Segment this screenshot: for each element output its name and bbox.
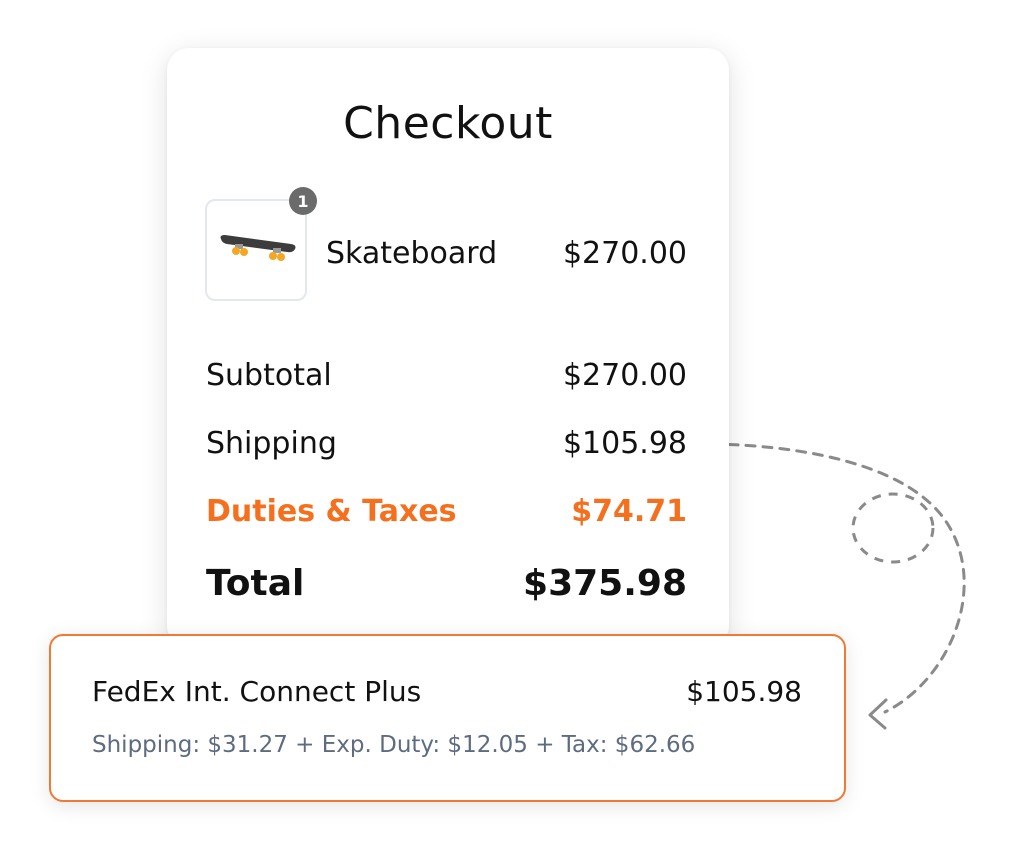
skateboard-icon [220, 235, 296, 261]
shipping-option-price: $105.98 [686, 675, 802, 708]
shipping-option-card[interactable] [49, 634, 846, 802]
shipping-carrier-name: FedEx Int. Connect Plus [92, 675, 422, 708]
duties-taxes-label: Duties & Taxes [206, 494, 457, 529]
shipping-cost-breakdown: Shipping: $31.27 + Exp. Duty: $12.05 + T… [92, 732, 696, 758]
item-price: $270.00 [562, 236, 687, 271]
total-value: $375.98 [523, 563, 687, 604]
item-name: Skateboard [326, 236, 498, 271]
subtotal-label: Subtotal [206, 358, 332, 393]
subtotal-value: $270.00 [562, 358, 687, 393]
total-label: Total [206, 563, 305, 604]
item-thumbnail[interactable] [205, 199, 307, 301]
shipping-value[interactable]: $105.98 [563, 426, 687, 461]
stage: Checkout 1 Skateboard $270.00 Subtotal $… [0, 0, 1024, 851]
shipping-label: Shipping [206, 426, 337, 461]
checkout-title: Checkout [343, 98, 553, 149]
quantity-badge: 1 [289, 187, 317, 215]
duties-taxes-value: $74.71 [571, 494, 687, 529]
